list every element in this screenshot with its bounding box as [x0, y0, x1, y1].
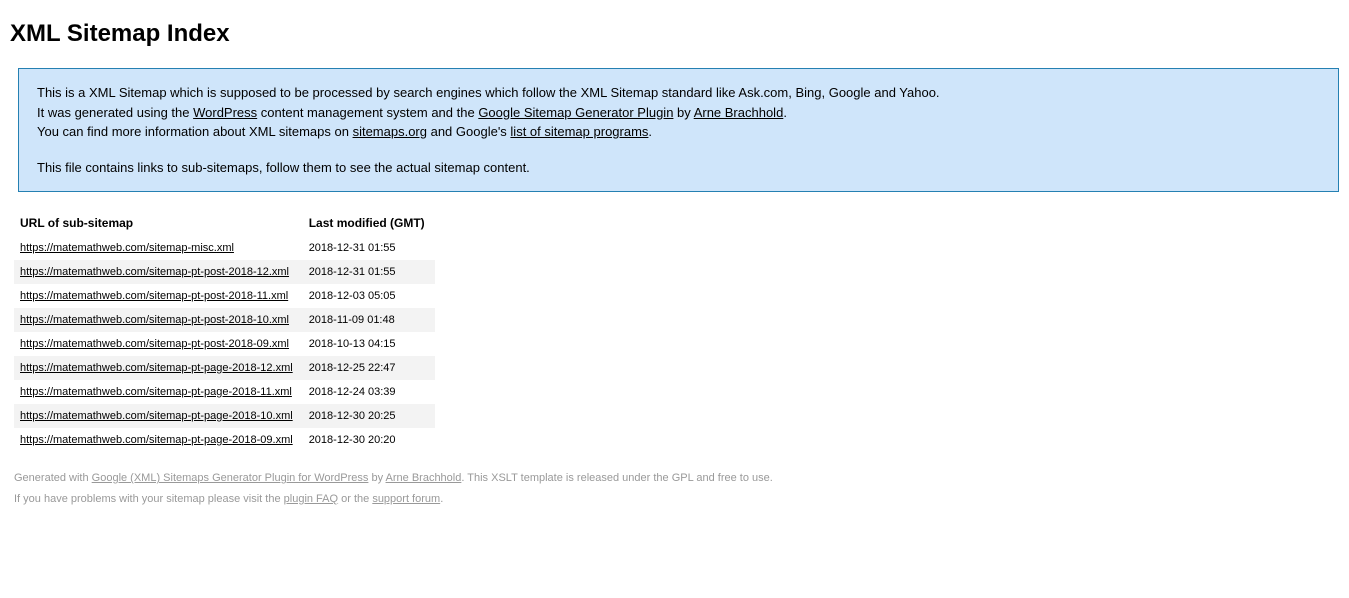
forum-link[interactable]: support forum: [372, 493, 440, 505]
sitemap-link[interactable]: https://matemathweb.com/sitemap-pt-post-…: [20, 314, 289, 326]
cell-url: https://matemathweb.com/sitemap-misc.xml: [14, 236, 303, 260]
cell-modified: 2018-12-24 03:39: [303, 380, 435, 404]
author-link[interactable]: Arne Brachhold: [694, 105, 784, 120]
cell-modified: 2018-12-30 20:20: [303, 428, 435, 452]
cell-url: https://matemathweb.com/sitemap-pt-page-…: [14, 404, 303, 428]
sitemap-link[interactable]: https://matemathweb.com/sitemap-pt-post-…: [20, 266, 289, 278]
footer-author-link[interactable]: Arne Brachhold: [386, 472, 462, 484]
info-line-2: It was generated using the WordPress con…: [37, 103, 1320, 123]
cell-modified: 2018-12-03 05:05: [303, 284, 435, 308]
info-line-1: This is a XML Sitemap which is supposed …: [37, 83, 1320, 103]
table-row: https://matemathweb.com/sitemap-pt-page-…: [14, 404, 435, 428]
sitemap-link[interactable]: https://matemathweb.com/sitemap-pt-page-…: [20, 362, 293, 374]
cell-url: https://matemathweb.com/sitemap-pt-post-…: [14, 332, 303, 356]
sitemaps-link[interactable]: sitemaps.org: [353, 124, 427, 139]
table-row: https://matemathweb.com/sitemap-pt-post-…: [14, 284, 435, 308]
cell-url: https://matemathweb.com/sitemap-pt-page-…: [14, 380, 303, 404]
cell-url: https://matemathweb.com/sitemap-pt-post-…: [14, 260, 303, 284]
cell-url: https://matemathweb.com/sitemap-pt-page-…: [14, 356, 303, 380]
table-row: https://matemathweb.com/sitemap-pt-page-…: [14, 428, 435, 452]
footer-generated: Generated with Google (XML) Sitemaps Gen…: [14, 468, 1339, 489]
cell-url: https://matemathweb.com/sitemap-pt-post-…: [14, 284, 303, 308]
info-text: You can find more information about XML …: [37, 124, 353, 139]
col-header-url: URL of sub-sitemap: [14, 210, 303, 236]
cell-modified: 2018-12-30 20:25: [303, 404, 435, 428]
sitemap-table: URL of sub-sitemap Last modified (GMT) h…: [14, 210, 435, 452]
sitemap-link[interactable]: https://matemathweb.com/sitemap-pt-page-…: [20, 386, 292, 398]
info-text: and Google's: [427, 124, 510, 139]
wordpress-link[interactable]: WordPress: [193, 105, 257, 120]
info-text: .: [783, 105, 787, 120]
col-header-modified: Last modified (GMT): [303, 210, 435, 236]
footer-text: . This XSLT template is released under t…: [461, 472, 772, 484]
sitemap-link[interactable]: https://matemathweb.com/sitemap-misc.xml: [20, 242, 234, 254]
footer-help: If you have problems with your sitemap p…: [14, 489, 1339, 510]
cell-modified: 2018-12-31 01:55: [303, 236, 435, 260]
cell-modified: 2018-11-09 01:48: [303, 308, 435, 332]
info-text: content management system and the: [257, 105, 478, 120]
faq-link[interactable]: plugin FAQ: [284, 493, 338, 505]
cell-modified: 2018-10-13 04:15: [303, 332, 435, 356]
footer: Generated with Google (XML) Sitemaps Gen…: [14, 468, 1339, 510]
table-row: https://matemathweb.com/sitemap-pt-page-…: [14, 380, 435, 404]
info-text: by: [673, 105, 693, 120]
footer-text: If you have problems with your sitemap p…: [14, 493, 284, 505]
page-title: XML Sitemap Index: [10, 20, 1339, 48]
sitemap-link[interactable]: https://matemathweb.com/sitemap-pt-post-…: [20, 338, 289, 350]
footer-text: .: [440, 493, 443, 505]
plugin-link[interactable]: Google Sitemap Generator Plugin: [478, 105, 673, 120]
sitemap-link[interactable]: https://matemathweb.com/sitemap-pt-post-…: [20, 290, 288, 302]
sitemap-link[interactable]: https://matemathweb.com/sitemap-pt-page-…: [20, 410, 293, 422]
programs-link[interactable]: list of sitemap programs: [510, 124, 648, 139]
table-row: https://matemathweb.com/sitemap-pt-post-…: [14, 332, 435, 356]
info-box: This is a XML Sitemap which is supposed …: [18, 68, 1339, 192]
cell-modified: 2018-12-25 22:47: [303, 356, 435, 380]
footer-text: or the: [338, 493, 372, 505]
info-line-3: You can find more information about XML …: [37, 122, 1320, 142]
table-row: https://matemathweb.com/sitemap-pt-page-…: [14, 356, 435, 380]
generator-link[interactable]: Google (XML) Sitemaps Generator Plugin f…: [92, 472, 369, 484]
info-line-4: This file contains links to sub-sitemaps…: [37, 158, 1320, 178]
footer-text: by: [368, 472, 385, 484]
table-row: https://matemathweb.com/sitemap-pt-post-…: [14, 308, 435, 332]
cell-url: https://matemathweb.com/sitemap-pt-page-…: [14, 428, 303, 452]
info-text: It was generated using the: [37, 105, 193, 120]
footer-text: Generated with: [14, 472, 92, 484]
table-row: https://matemathweb.com/sitemap-pt-post-…: [14, 260, 435, 284]
cell-url: https://matemathweb.com/sitemap-pt-post-…: [14, 308, 303, 332]
info-text: .: [648, 124, 652, 139]
cell-modified: 2018-12-31 01:55: [303, 260, 435, 284]
sitemap-link[interactable]: https://matemathweb.com/sitemap-pt-page-…: [20, 434, 293, 446]
table-row: https://matemathweb.com/sitemap-misc.xml…: [14, 236, 435, 260]
